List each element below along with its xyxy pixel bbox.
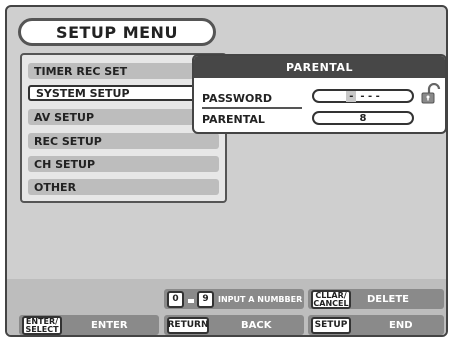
menu-item-timer-rec-set[interactable]: TIMER REC SET [28, 63, 219, 79]
menu-item-rec-setup[interactable]: REC SETUP [28, 133, 219, 149]
page-title: SETUP MENU [18, 18, 216, 46]
parental-panel-title: PARENTAL [194, 56, 445, 78]
menu-item-av-setup[interactable]: AV SETUP [28, 109, 219, 125]
password-field[interactable]: - - - - [312, 89, 414, 103]
menu-item-other[interactable]: OTHER [28, 179, 219, 195]
enter-key-line2: SELECT [25, 324, 59, 334]
parental-level-field[interactable]: 8 [312, 111, 414, 125]
key-9[interactable]: 9 [197, 291, 214, 308]
password-label: PASSWORD [202, 92, 273, 105]
password-underline [202, 107, 302, 109]
delete-label: DELETE [367, 294, 409, 305]
input-number-hint: INPUT A NUMBBER [218, 295, 303, 304]
menu-item-system-setup[interactable]: SYSTEM SETUP [28, 85, 219, 101]
setup-screen: SETUP MENU TIMER REC SET SYSTEM SETUP AV… [5, 5, 448, 337]
menu-item-ch-setup[interactable]: CH SETUP [28, 156, 219, 172]
setup-key[interactable]: SETUP [311, 317, 351, 334]
enter-label: ENTER [91, 320, 128, 331]
password-digit-active: - [346, 90, 357, 102]
key-0[interactable]: 0 [167, 291, 184, 308]
clear-key-line2: CANCEL [313, 298, 349, 308]
parental-level-label: PARENTAL [202, 113, 265, 126]
return-key[interactable]: RETURN [167, 317, 209, 334]
padlock-open-icon [421, 83, 441, 104]
range-dash [188, 299, 194, 303]
enter-select-key[interactable]: ENTER/ SELECT [22, 316, 62, 335]
clear-cancel-key[interactable]: CLLAR/ CANCEL [311, 290, 351, 309]
key-guide-bar: 0 9 INPUT A NUMBBER CLLAR/ CANCEL DELETE… [7, 279, 446, 335]
parental-panel: PARENTAL PASSWORD - - - - PARENTAL 8 [192, 54, 446, 134]
end-label: END [389, 320, 413, 331]
password-digits-rest: - - - [360, 90, 380, 102]
back-label: BACK [241, 320, 272, 331]
